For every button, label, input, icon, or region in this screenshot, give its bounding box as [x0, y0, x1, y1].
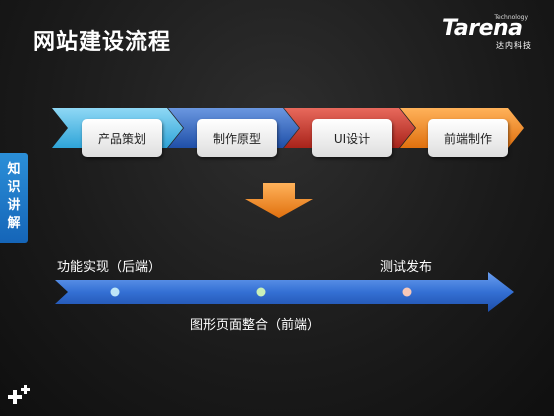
timeline-label-release: 测试发布: [380, 260, 433, 275]
timeline-label-frontend-integration: 图形页面整合（前端）: [190, 318, 321, 333]
step-product-planning[interactable]: 产品策划: [82, 119, 162, 157]
down-arrow-icon: [245, 183, 313, 218]
plus-icon[interactable]: [4, 384, 32, 410]
timeline-dot-2: [256, 287, 266, 297]
timeline-label-backend: 功能实现（后端）: [57, 260, 162, 275]
process-graphics: [52, 108, 524, 312]
timeline-arrow: [55, 272, 514, 312]
step-frontend[interactable]: 前端制作: [428, 119, 508, 157]
step-prototype[interactable]: 制作原型: [197, 119, 277, 157]
timeline-dot-3: [402, 287, 412, 297]
slide: 网站建设流程 Technology Tarena 达内科技 知识讲解 产品策划 …: [0, 0, 554, 416]
timeline-dot-1: [110, 287, 120, 297]
step-ui-design[interactable]: UI设计: [312, 119, 392, 157]
